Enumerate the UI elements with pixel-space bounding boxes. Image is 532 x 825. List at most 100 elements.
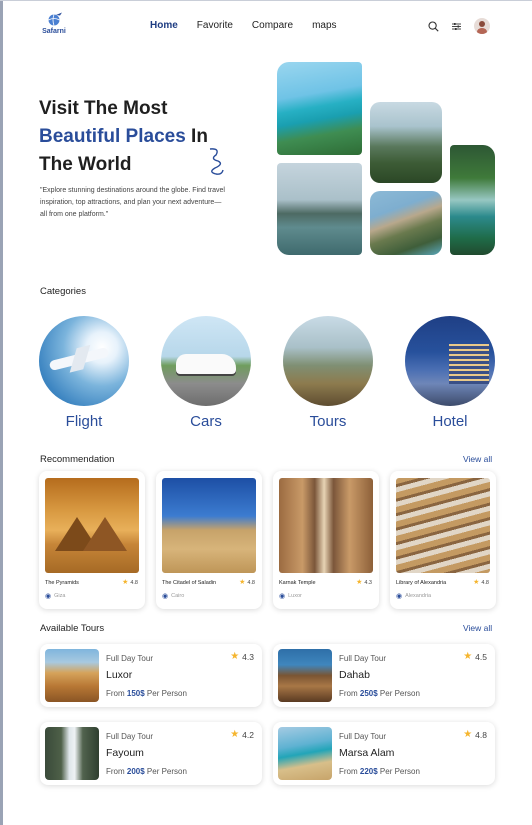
gallery-image-waterfall [450,145,495,255]
tour-rating: ★ 4.5 [463,651,487,663]
tour-name: Fayoum [106,747,144,759]
brand-logo[interactable]: Safarni [36,12,72,35]
recommendation-view-all-link[interactable]: View all [463,454,492,464]
tour-name: Marsa Alam [339,747,395,759]
hero-title-line1: Visit The Most [39,98,168,119]
gallery-image-coastal-rocks [370,191,442,255]
recommendation-card-library[interactable]: Library of Alexandria ★ 4.8 ◉ Alexandria [390,471,496,609]
tour-type: Full Day Tour [339,654,386,663]
tour-type: Full Day Tour [106,732,153,741]
nav-favorite[interactable]: Favorite [197,20,233,31]
rating-value: 4.8 [130,579,138,586]
tour-card-marsa-alam[interactable]: Full Day Tour Marsa Alam From 220$ Per P… [273,722,495,785]
car-icon [176,354,236,374]
categories-title: Categories [40,286,86,297]
tour-name: Luxor [106,669,133,681]
recommendation-rating: ★ 4.8 [239,579,255,586]
price-value: 220$ [359,767,378,776]
star-icon: ★ [122,579,129,586]
header-actions [428,18,490,34]
price-value: 250$ [359,689,378,698]
star-icon: ★ [230,729,240,740]
tour-image [278,727,332,780]
tour-price: From 150$ Per Person [106,689,187,698]
category-hotel[interactable]: Hotel [404,316,496,430]
recommendation-location: ◉ Cairo [162,592,184,600]
recommendation-name: Library of Alexandria [396,580,447,586]
tour-price: From 220$ Per Person [339,767,420,776]
tour-price: From 200$ Per Person [106,767,187,776]
star-icon: ★ [463,729,473,740]
tour-image [45,727,99,780]
category-flight-label: Flight [65,413,103,430]
hero-title-line3: The World [39,154,132,175]
nav-compare[interactable]: Compare [252,20,293,31]
category-tours[interactable]: Tours [282,316,374,430]
price-prefix: From [106,689,127,698]
recommendation-card-karnak[interactable]: Karnak Temple ★ 4.3 ◉ Luxor [273,471,379,609]
rating-value: 4.8 [475,730,487,740]
tours-view-all-link[interactable]: View all [463,623,492,633]
price-suffix: Per Person [377,767,420,776]
recommendation-rating: ★ 4.8 [473,579,489,586]
hero-title-in: In [185,126,208,147]
recommendation-name: The Citadel of Saladin [162,580,217,586]
gallery-image-bay-boats [277,163,362,255]
location-pin-icon: ◉ [396,593,403,600]
recommendation-name: Karnak Temple [279,580,316,586]
filter-icon[interactable] [451,21,462,32]
recommendation-image [396,478,490,573]
recommendation-name: The Pyramids [45,580,79,586]
location-text: Luxor [288,593,302,599]
location-pin-icon: ◉ [279,593,286,600]
star-icon: ★ [473,579,480,586]
tour-rating: ★ 4.8 [463,729,487,741]
recommendation-card-pyramids[interactable]: The Pyramids ★ 4.8 ◉ Giza [39,471,145,609]
window-top-border [0,0,532,1]
hero-description: "Explore stunning destinations around th… [40,187,225,218]
price-prefix: From [106,767,127,776]
price-suffix: Per Person [144,767,187,776]
nav-maps[interactable]: maps [312,20,336,31]
available-tours-title: Available Tours [40,623,105,634]
brand-name: Safarni [42,28,66,35]
rating-value: 4.3 [242,652,254,662]
rating-value: 4.5 [475,652,487,662]
recommendation-card-citadel[interactable]: The Citadel of Saladin ★ 4.8 ◉ Cairo [156,471,262,609]
tour-card-luxor[interactable]: Full Day Tour Luxor From 150$ Per Person… [40,644,262,707]
price-suffix: Per Person [377,689,420,698]
rating-value: 4.2 [242,730,254,740]
tour-card-dahab[interactable]: Full Day Tour Dahab From 250$ Per Person… [273,644,495,707]
recommendation-rating: ★ 4.3 [356,579,372,586]
decorative-squiggle [209,148,224,175]
location-pin-icon: ◉ [45,593,52,600]
tour-type: Full Day Tour [339,732,386,741]
window-left-border [0,0,3,825]
category-cars[interactable]: Cars [160,316,252,430]
star-icon: ★ [463,651,473,662]
globe-plane-icon [48,12,62,26]
recommendation-location: ◉ Alexandria [396,592,431,600]
recommendation-title: Recommendation [40,454,115,465]
category-cars-label: Cars [190,413,222,430]
recommendation-location: ◉ Luxor [279,592,302,600]
tour-image [278,649,332,702]
tour-rating: ★ 4.3 [230,651,254,663]
tour-rating: ★ 4.2 [230,729,254,741]
user-avatar[interactable] [474,18,490,34]
tour-price: From 250$ Per Person [339,689,420,698]
search-icon[interactable] [428,20,439,32]
price-prefix: From [339,689,360,698]
star-icon: ★ [230,651,240,662]
price-prefix: From [339,767,360,776]
category-flight[interactable]: Flight [38,316,130,430]
category-hotel-label: Hotel [432,413,468,430]
location-text: Giza [54,593,66,599]
category-tours-image [283,316,373,406]
tour-card-fayoum[interactable]: Full Day Tour Fayoum From 200$ Per Perso… [40,722,262,785]
nav-home[interactable]: Home [150,20,178,31]
tour-image [45,649,99,702]
price-value: 150$ [126,689,145,698]
category-flight-image [39,316,129,406]
recommendation-image [45,478,139,573]
